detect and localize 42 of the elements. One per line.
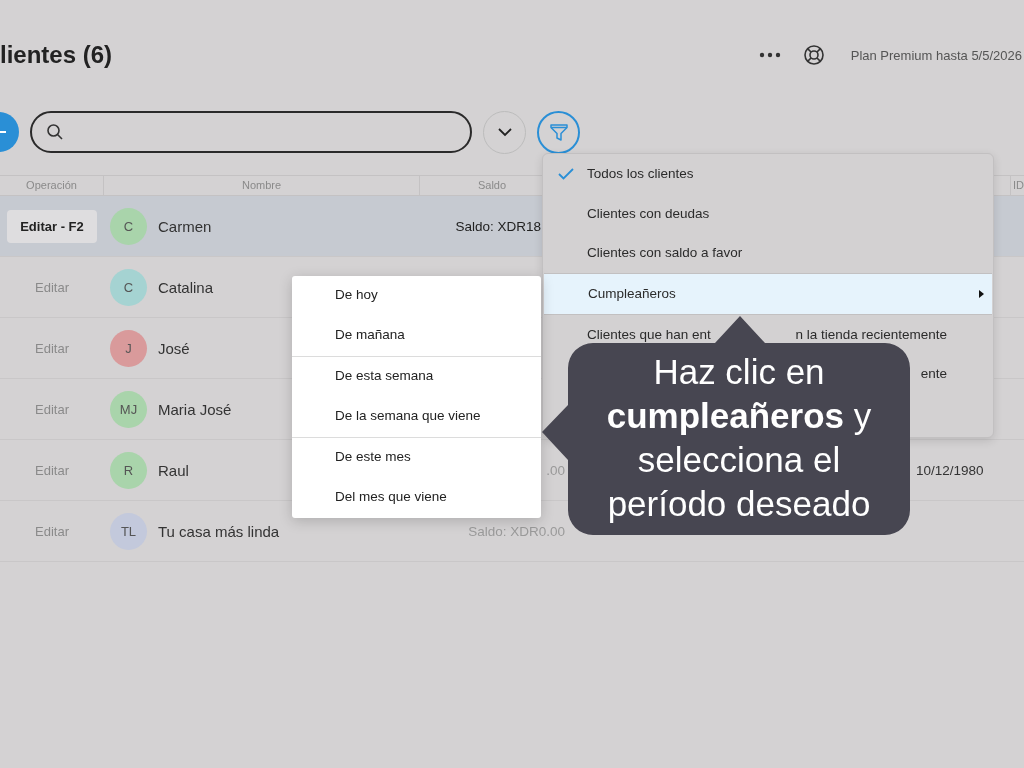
plan-label: Plan Premium hasta 5/5/2026	[850, 47, 1022, 63]
check-icon	[558, 167, 574, 180]
avatar: MJ	[110, 390, 147, 428]
client-name: Raul	[158, 461, 189, 479]
menu-item-text: Clientes con deudas	[587, 205, 711, 221]
submenu-item[interactable]: De este mes	[292, 438, 541, 478]
submenu-item[interactable]: De hoy	[292, 276, 541, 316]
column-header: Nombre	[104, 176, 420, 195]
menu-item-text: Todos los clientes	[587, 166, 695, 182]
submenu-item[interactable]: De mañana	[292, 316, 541, 356]
avatar: J	[110, 329, 147, 367]
filter-icon	[548, 122, 569, 142]
column-header: ID	[1010, 176, 1024, 195]
submenu-arrow-icon	[979, 289, 984, 298]
lifebuoy-icon[interactable]	[802, 44, 825, 66]
client-name: Catalina	[158, 278, 214, 296]
avatar: C	[110, 268, 147, 306]
search-field[interactable]	[30, 111, 472, 153]
chevron-down-icon	[497, 127, 512, 137]
menu-item[interactable]: Clientes con deudas	[543, 193, 993, 233]
menu-item[interactable]: Cumpleañeros	[544, 272, 992, 315]
edit-button[interactable]: Editar - F2	[7, 209, 97, 243]
balance-text: Saldo: XDR0.00	[468, 523, 565, 539]
more-icon[interactable]	[758, 52, 781, 58]
avatar: C	[110, 207, 147, 245]
menu-item-text: Cumpleañeros	[588, 286, 677, 301]
menu-item-text: Clientes que han ent	[587, 326, 711, 342]
date-text: 10/12/1980	[916, 462, 984, 478]
balance-text: .00	[546, 462, 565, 478]
search-icon	[46, 123, 64, 141]
menu-item-text: n la tienda recientemente	[795, 326, 947, 342]
page-title: lientes (6)	[0, 41, 113, 69]
balance-text: Saldo: XDR18	[455, 218, 541, 234]
client-name: Maria José	[158, 400, 232, 418]
client-name: Carmen	[158, 217, 212, 235]
submenu-item[interactable]: De esta semana	[292, 357, 541, 397]
submenu-item[interactable]: De la semana que viene	[292, 397, 541, 437]
avatar: R	[110, 451, 147, 489]
client-name: José	[158, 339, 190, 357]
client-name: Tu casa más linda	[158, 522, 280, 540]
column-header: Operación	[0, 176, 104, 195]
avatar: TL	[110, 512, 147, 550]
